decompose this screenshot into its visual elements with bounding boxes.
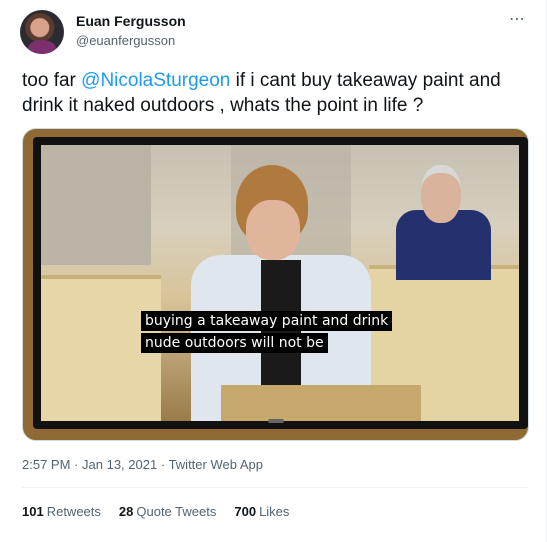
quote-tweets-label: Quote Tweets (136, 504, 217, 519)
tweet-meta: 2:57 PM · Jan 13, 2021 · Twitter Web App (22, 457, 263, 472)
tweet-text-prefix: too far (22, 70, 82, 91)
tweet-card: Euan Fergusson @euanfergusson ⋯ too far … (0, 0, 547, 542)
tv-logo (268, 419, 284, 423)
tweet-source[interactable]: Twitter Web App (169, 457, 263, 472)
mention-link[interactable]: @NicolaSturgeon (81, 70, 230, 91)
retweets-stat[interactable]: 101 Retweets (22, 504, 101, 519)
author-name[interactable]: Euan Fergusson (76, 13, 186, 29)
quote-tweets-count: 28 (118, 504, 134, 519)
speaker-figure (191, 165, 381, 421)
tweet-text: too far @NicolaSturgeon if i cant buy ta… (22, 68, 532, 118)
tv-scene: buying a takeaway paint and drink nude o… (41, 145, 519, 421)
tweet-stats: 101 Retweets 28 Quote Tweets 700 Likes (22, 504, 289, 519)
retweets-label: Retweets (46, 504, 101, 519)
divider (22, 487, 527, 488)
meta-separator: · (160, 457, 166, 472)
likes-label: Likes (259, 504, 290, 519)
likes-stat[interactable]: 700 Likes (234, 504, 289, 519)
retweets-count: 101 (22, 504, 44, 519)
tweet-date[interactable]: Jan 13, 2021 (82, 457, 157, 472)
meta-separator: · (74, 457, 79, 472)
avatar[interactable] (20, 10, 64, 54)
subtitle-caption: buying a takeaway paint and drink nude o… (141, 311, 393, 355)
tweet-time[interactable]: 2:57 PM (22, 457, 70, 472)
tweet-media-image[interactable]: buying a takeaway paint and drink nude o… (22, 128, 529, 441)
author-handle[interactable]: @euanfergusson (76, 33, 175, 48)
more-options-icon[interactable]: ⋯ (509, 9, 526, 29)
quote-tweets-stat[interactable]: 28 Quote Tweets (119, 504, 216, 519)
background-person (396, 165, 491, 280)
caption-line-2: nude outdoors will not be (141, 333, 328, 353)
caption-line-1: buying a takeaway paint and drink (141, 311, 393, 331)
likes-count: 700 (234, 504, 257, 519)
